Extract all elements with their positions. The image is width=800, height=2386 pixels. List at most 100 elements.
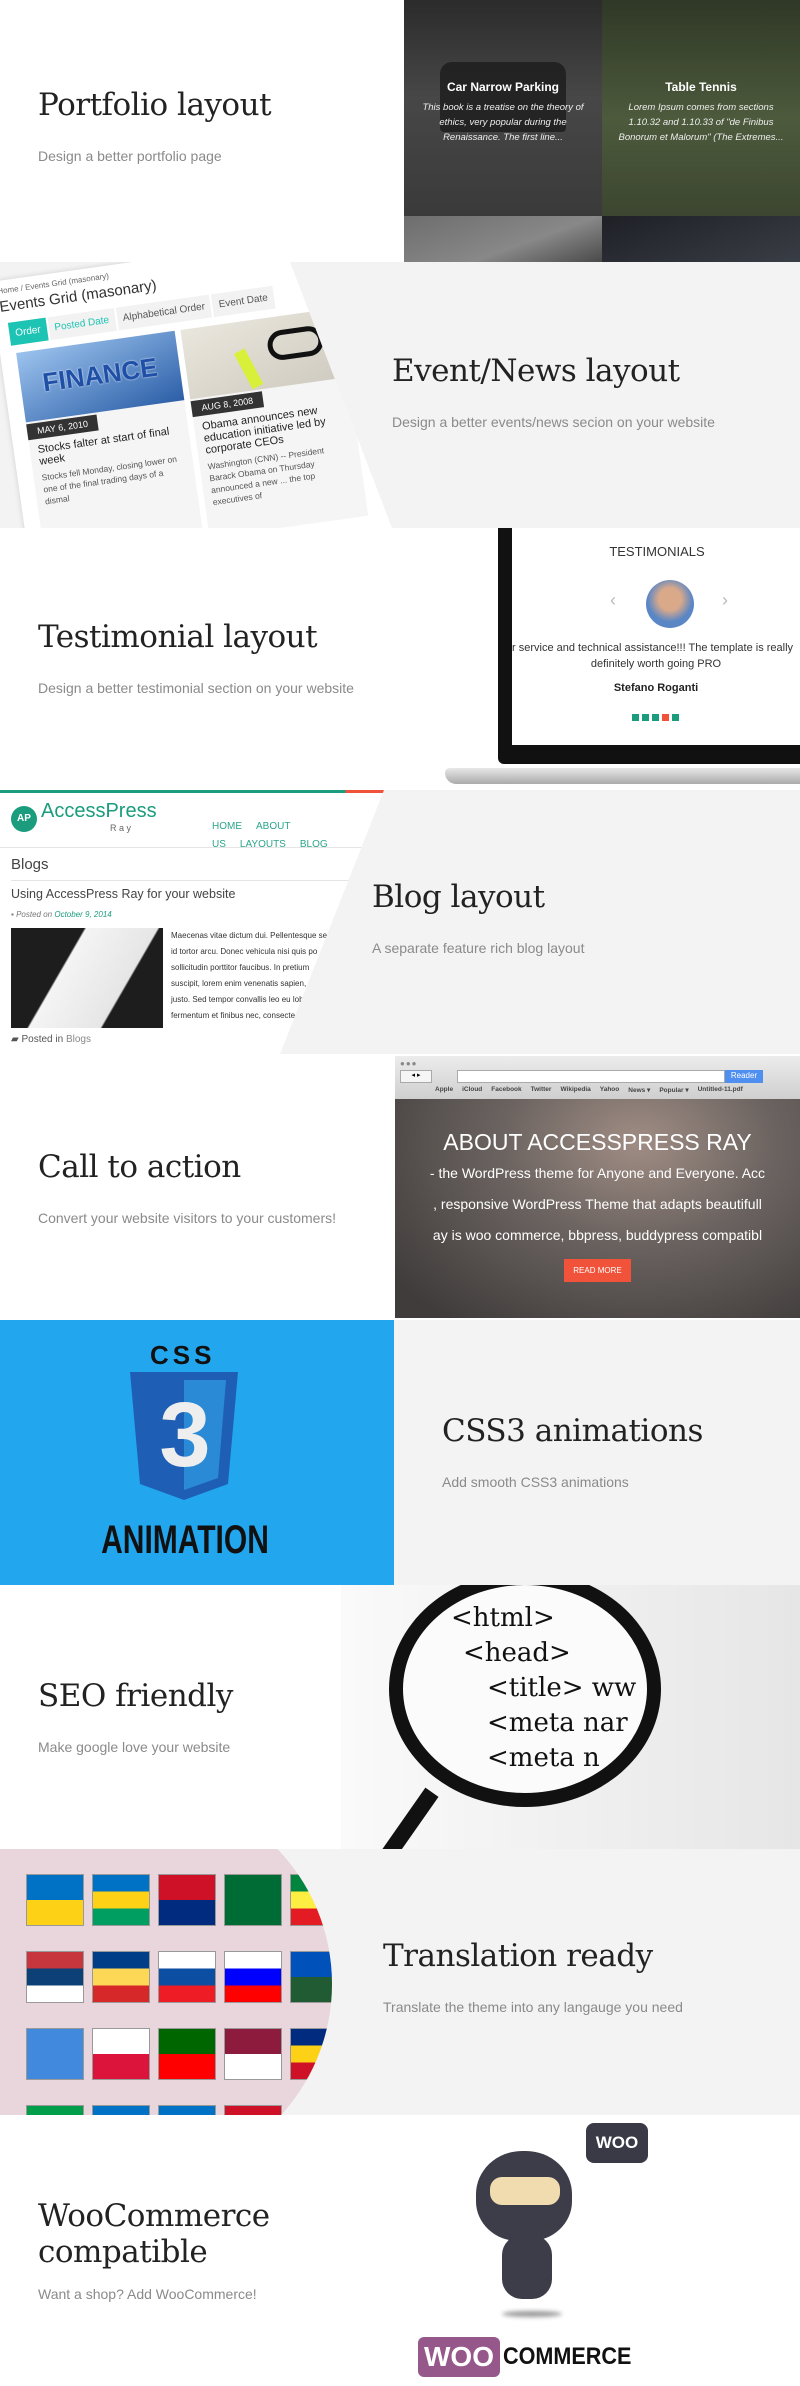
feature-text: Call to action Convert your website visi… — [38, 1149, 336, 1225]
css3-number: 3 — [159, 1384, 211, 1486]
hero-text: - the WordPress theme for Anyone and Eve… — [395, 1158, 800, 1251]
bookmark-item[interactable]: Untitled-11.pdf — [698, 1086, 743, 1094]
feature-subtitle: Design a better testimonial section on y… — [38, 679, 354, 696]
hero-banner: ABOUT ACCESSPRESS RAY - the WordPress th… — [395, 1099, 800, 1318]
slider-dot[interactable] — [662, 714, 669, 721]
bookmark-item[interactable]: iCloud — [462, 1086, 482, 1094]
excerpt-line: id tortor arcu. Donec vehicula nisi quis… — [171, 947, 318, 956]
portfolio-item[interactable] — [602, 216, 800, 262]
post-footer: ▰ Posted in Blogs — [11, 1034, 91, 1045]
flag — [224, 1951, 282, 2003]
post-meta: ▪ Posted on October 9, 2014 — [11, 910, 112, 919]
feature-blog: AP AccessPress R a y HOME ABOUT US LAYOUTS… — [0, 790, 800, 1054]
read-more-button[interactable]: READ MORE — [564, 1259, 631, 1282]
portfolio-item-text: This book is a treatise on the theory of… — [422, 102, 584, 143]
bookmark-item[interactable]: Twitter — [531, 1086, 552, 1094]
testimonial-heading: TESTIMONIALS — [609, 544, 705, 559]
nav-layouts[interactable]: LAYOUTS — [240, 839, 286, 850]
feature-subtitle: Add smooth CSS3 animations — [442, 1473, 629, 1490]
portfolio-item-title: Car Narrow Parking — [446, 80, 560, 94]
feature-text: SEO friendly Make google love your websi… — [38, 1678, 233, 1755]
flag — [158, 1951, 216, 2003]
feature-title: WooCommerce compatible — [38, 2198, 270, 2270]
posted-in-label: Posted in — [21, 1034, 64, 1045]
posted-on-label: Posted on — [16, 910, 53, 919]
code-line: <title> ww — [487, 1673, 637, 1703]
slider-dot[interactable] — [632, 714, 639, 721]
bookmark-item[interactable]: Wikipedia — [560, 1086, 590, 1094]
code-line: <head> — [463, 1638, 571, 1668]
feature-title: Portfolio layout — [38, 87, 272, 123]
post-category[interactable]: Blogs — [66, 1034, 91, 1045]
top-border — [0, 790, 384, 793]
flag — [290, 2105, 332, 2115]
bookmark-item[interactable]: Apple — [435, 1086, 453, 1094]
slider-dots — [632, 714, 679, 721]
event-image — [180, 307, 349, 400]
feature-title: Event/News layout — [392, 353, 680, 389]
reader-button[interactable]: Reader — [725, 1070, 763, 1083]
highlighter-icon — [233, 348, 264, 390]
post-image — [11, 928, 163, 1028]
post-date[interactable]: October 9, 2014 — [54, 910, 111, 919]
folder-icon: ▰ — [11, 1034, 19, 1045]
slider-dot[interactable] — [672, 714, 679, 721]
address-bar[interactable] — [457, 1070, 725, 1083]
feature-portfolio: Portfolio layout Design a better portfol… — [0, 0, 800, 262]
window-controls[interactable]: ●●● — [400, 1059, 418, 1068]
post-title[interactable]: Using AccessPress Ray for your website — [11, 887, 235, 901]
portfolio-item-text: Lorem Ipsum comes from sections 1.10.32 … — [618, 102, 784, 143]
bookmark-item[interactable]: Yahoo — [600, 1086, 620, 1094]
flag — [224, 1874, 282, 1926]
flag — [92, 2028, 150, 2080]
css-label: CSS — [150, 1340, 216, 1370]
portfolio-item[interactable] — [404, 216, 602, 262]
portfolio-item[interactable]: Table Tennis Lorem Ipsum comes from sect… — [602, 0, 800, 216]
tab-order[interactable]: Order — [7, 317, 49, 346]
feature-seo: SEO friendly Make google love your websi… — [0, 1585, 800, 1849]
feature-text: CSS3 animations Add smooth CSS3 animatio… — [442, 1413, 703, 1490]
feature-title: CSS3 animations — [442, 1413, 703, 1449]
portfolio-item[interactable]: Car Narrow Parking This book is a treati… — [404, 0, 602, 216]
chevron-right-icon[interactable]: › — [722, 590, 728, 611]
bookmark-item[interactable]: News ▾ — [628, 1086, 650, 1094]
logo-badge[interactable]: AP — [11, 806, 37, 832]
divider — [0, 847, 384, 848]
woo-logo-text: COMMERCE — [503, 2343, 632, 2370]
page-heading: Blogs — [11, 856, 49, 873]
logo-text[interactable]: AccessPress — [41, 800, 157, 823]
slider-dot[interactable] — [642, 714, 649, 721]
flag — [290, 1874, 332, 1926]
magnifier-image: <html> <head> <title> ww <meta nar <meta n — [341, 1585, 800, 1849]
bookmark-item[interactable]: Popular ▾ — [659, 1086, 688, 1094]
slider-dot[interactable] — [652, 714, 659, 721]
chevron-left-icon[interactable]: ‹ — [610, 590, 616, 611]
excerpt-line: Maecenas vitae dictum dui. Pellentesque … — [171, 931, 328, 940]
feature-subtitle: Make google love your website — [38, 1738, 231, 1755]
event-card[interactable]: FINANCE MAY 6, 2010 Stocks falter at sta… — [16, 330, 204, 528]
feature-title: SEO friendly — [38, 1678, 233, 1714]
feature-translation: Translation ready Translate the theme in… — [0, 1849, 800, 2115]
event-card[interactable]: AUG 8, 2008 Obama announces new educatio… — [180, 307, 369, 528]
css3-logo-panel: CSS 3 ANIMATION — [0, 1320, 394, 1585]
back-forward-buttons[interactable]: ◂ ▸ — [400, 1070, 432, 1083]
nav-blog[interactable]: BLOG — [300, 839, 328, 850]
nav-home[interactable]: HOME — [212, 821, 242, 832]
browser-window: ●●● ◂ ▸ Reader Apple iCloud Facebook Twitte… — [395, 1056, 800, 1318]
feature-title: Call to action — [38, 1149, 241, 1185]
logo-subtext: R a y — [110, 823, 132, 833]
flag — [26, 2105, 84, 2115]
flag — [26, 1951, 84, 2003]
excerpt-line: fermentum et finibus nec, consecte — [171, 1011, 296, 1020]
speech-bubble: WOO — [586, 2123, 648, 2163]
browser-toolbar: ●●● ◂ ▸ Reader Apple iCloud Facebook Twitte… — [395, 1056, 800, 1099]
post-excerpt: Maecenas vitae dictum dui. Pellentesque … — [171, 928, 327, 1024]
flag — [290, 1951, 332, 2003]
bookmark-item[interactable]: Facebook — [491, 1086, 521, 1094]
glasses-icon — [265, 324, 326, 362]
flag — [92, 1951, 150, 2003]
feature-text: Testimonial layout Design a better testi… — [38, 619, 354, 696]
flag — [224, 2105, 282, 2115]
testimonial-slider: TESTIMONIALS ‹ › r service and technical… — [512, 528, 800, 745]
feature-css3: CSS 3 ANIMATION CSS3 animations Add smoo… — [0, 1320, 800, 1585]
